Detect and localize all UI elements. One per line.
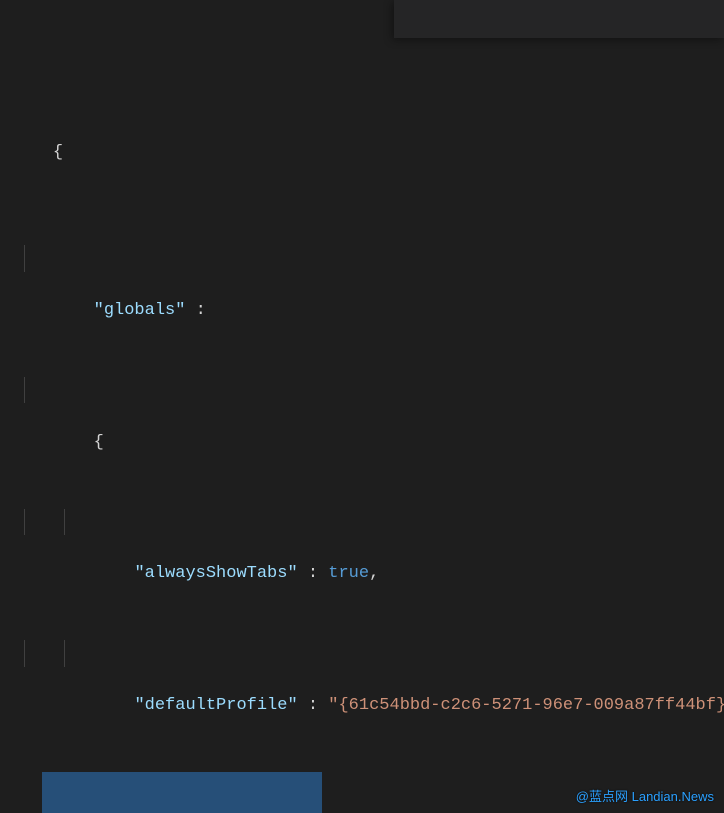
selection-highlight [42, 772, 322, 813]
json-bool: true [328, 564, 369, 583]
json-string: "{61c54bbd-c2c6-5271-96e7-009a87ff44bf}" [328, 696, 724, 715]
watermark: @蓝点网 Landian.News [576, 787, 714, 807]
code-editor[interactable]: { "globals" : { "alwaysShowTabs" : true,… [0, 0, 724, 813]
floating-panel [394, 0, 724, 38]
json-key: "globals" [94, 301, 186, 320]
json-key: "alwaysShowTabs" [134, 564, 297, 583]
json-key: "defaultProfile" [134, 696, 297, 715]
